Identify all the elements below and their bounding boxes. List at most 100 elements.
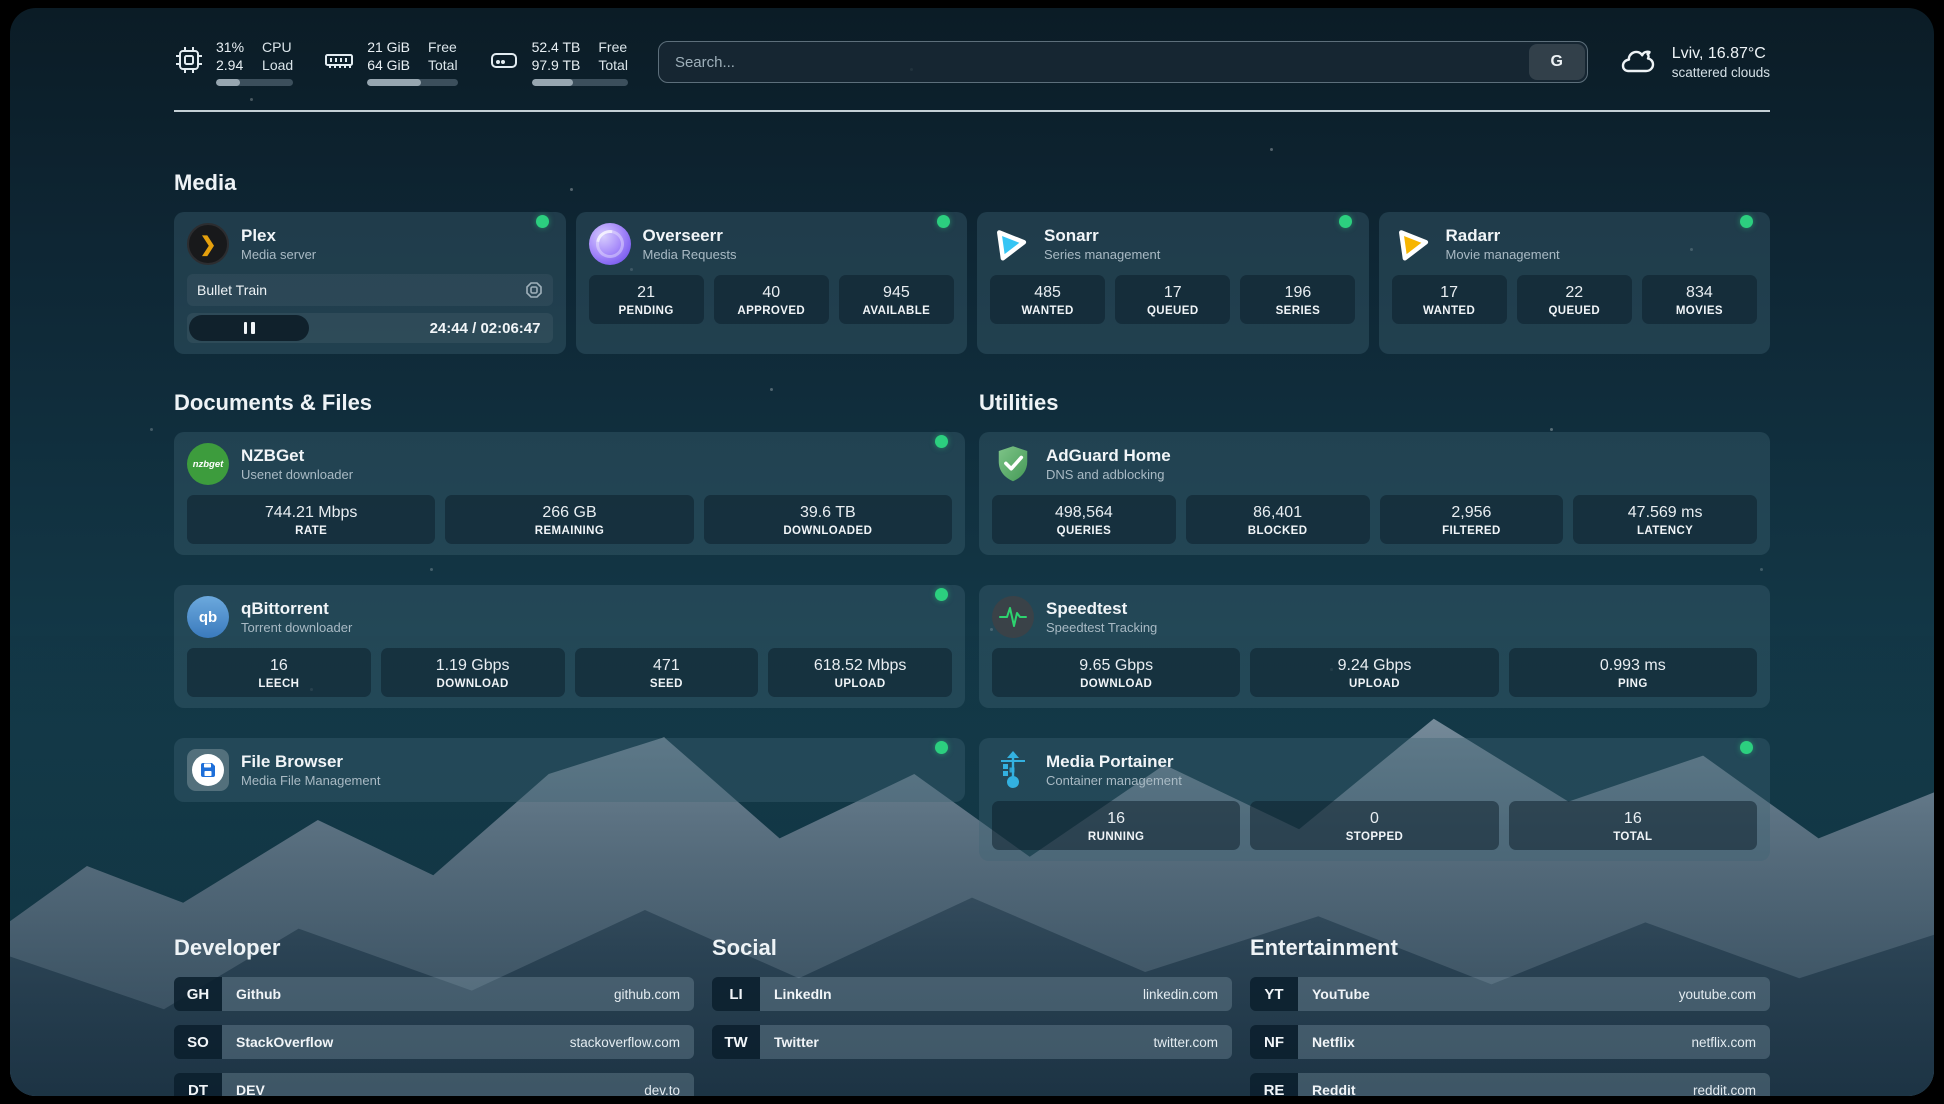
section-title-entertainment: Entertainment bbox=[1250, 935, 1770, 961]
stat-filtered: 2,956FILTERED bbox=[1380, 495, 1564, 544]
bookmark-abbr: GH bbox=[174, 977, 222, 1011]
bookmark-name: Github bbox=[236, 986, 281, 1002]
filebrowser-icon bbox=[187, 749, 229, 791]
bookmark-abbr: RE bbox=[1250, 1073, 1298, 1096]
bookmark-abbr: LI bbox=[712, 977, 760, 1011]
stat-available: 945AVAILABLE bbox=[839, 275, 954, 324]
qbittorrent-icon: qb bbox=[187, 596, 229, 638]
weather-condition: scattered clouds bbox=[1672, 64, 1770, 81]
nzbget-icon: nzbget bbox=[187, 443, 229, 485]
disk-free: 52.4 TB bbox=[532, 38, 581, 56]
stat-latency: 47.569 msLATENCY bbox=[1573, 495, 1757, 544]
status-dot bbox=[1339, 215, 1352, 228]
stat-upload: 618.52 MbpsUPLOAD bbox=[768, 648, 952, 697]
service-card-portainer[interactable]: Media Portainer Container management 16R… bbox=[979, 738, 1770, 861]
gear-icon[interactable] bbox=[525, 281, 543, 299]
disk-stat-group: 52.4 TB97.9 TB FreeTotal bbox=[488, 38, 628, 86]
service-card-qbittorrent[interactable]: qb qBittorrent Torrent downloader 16LEEC… bbox=[174, 585, 965, 708]
bookmark-twitter[interactable]: TW Twittertwitter.com bbox=[712, 1025, 1232, 1059]
stat-queued: 22QUEUED bbox=[1517, 275, 1632, 324]
section-media: Media ❯ Plex Media server Bullet Train bbox=[174, 170, 1770, 354]
service-subtitle: Movie management bbox=[1446, 246, 1560, 263]
playback-time: 24:44 / 02:06:47 bbox=[430, 320, 551, 337]
service-title: AdGuard Home bbox=[1046, 445, 1171, 466]
stat-series: 196SERIES bbox=[1240, 275, 1355, 324]
cloud-icon bbox=[1618, 43, 1660, 82]
bookmark-group-entertainment: Entertainment YT YouTubeyoutube.com NF N… bbox=[1250, 935, 1770, 1096]
section-title-social: Social bbox=[712, 935, 1232, 961]
bookmark-linkedin[interactable]: LI LinkedInlinkedin.com bbox=[712, 977, 1232, 1011]
bookmark-github[interactable]: GH Github github.com bbox=[174, 977, 694, 1011]
service-card-plex[interactable]: ❯ Plex Media server Bullet Train bbox=[174, 212, 566, 354]
stat-download: 9.65 GbpsDOWNLOAD bbox=[992, 648, 1240, 697]
bookmark-url: github.com bbox=[614, 987, 680, 1002]
service-title: Media Portainer bbox=[1046, 751, 1182, 772]
service-card-nzbget[interactable]: nzbget NZBGet Usenet downloader 744.21 M… bbox=[174, 432, 965, 555]
stat-download: 1.19 GbpsDOWNLOAD bbox=[381, 648, 565, 697]
stat-movies: 834MOVIES bbox=[1642, 275, 1757, 324]
search-input[interactable] bbox=[658, 41, 1588, 83]
cpu-load-value: 2.94 bbox=[216, 56, 244, 74]
service-subtitle: Speedtest Tracking bbox=[1046, 619, 1157, 636]
bookmark-netflix[interactable]: NF Netflixnetflix.com bbox=[1250, 1025, 1770, 1059]
radarr-icon bbox=[1392, 223, 1434, 265]
section-title-media: Media bbox=[174, 170, 1770, 196]
memory-progress-bar bbox=[367, 79, 457, 86]
bookmark-abbr: YT bbox=[1250, 977, 1298, 1011]
service-title: Radarr bbox=[1446, 225, 1560, 246]
adguard-icon bbox=[992, 443, 1034, 485]
service-title: Sonarr bbox=[1044, 225, 1160, 246]
bookmark-group-social: Social LI LinkedInlinkedin.com TW Twitte… bbox=[712, 935, 1232, 1096]
bookmark-url: twitter.com bbox=[1153, 1035, 1218, 1050]
service-card-filebrowser[interactable]: File Browser Media File Management bbox=[174, 738, 965, 802]
bookmark-dev[interactable]: DT DEVdev.to bbox=[174, 1073, 694, 1096]
service-card-radarr[interactable]: Radarr Movie management 17WANTED 22QUEUE… bbox=[1379, 212, 1771, 354]
bookmark-abbr: NF bbox=[1250, 1025, 1298, 1059]
service-card-speedtest[interactable]: Speedtest Speedtest Tracking 9.65 GbpsDO… bbox=[979, 585, 1770, 708]
service-card-overseerr[interactable]: Overseerr Media Requests 21PENDING 40APP… bbox=[576, 212, 968, 354]
disk-total-label: Total bbox=[598, 56, 628, 74]
service-card-adguard[interactable]: AdGuard Home DNS and adblocking 498,564Q… bbox=[979, 432, 1770, 555]
search-engine-button[interactable]: G bbox=[1529, 44, 1585, 80]
bookmark-url: reddit.com bbox=[1693, 1083, 1756, 1097]
stat-ping: 0.993 msPING bbox=[1509, 648, 1757, 697]
stat-blocked: 86,401BLOCKED bbox=[1186, 495, 1370, 544]
portainer-icon bbox=[992, 749, 1034, 791]
service-title: NZBGet bbox=[241, 445, 353, 466]
stat-approved: 40APPROVED bbox=[714, 275, 829, 324]
pause-button[interactable] bbox=[189, 315, 309, 341]
stat-upload: 9.24 GbpsUPLOAD bbox=[1250, 648, 1498, 697]
disk-icon bbox=[488, 45, 520, 80]
bookmark-name: DEV bbox=[236, 1082, 265, 1096]
now-playing-row: Bullet Train bbox=[187, 274, 553, 306]
bookmark-youtube[interactable]: YT YouTubeyoutube.com bbox=[1250, 977, 1770, 1011]
memory-total-label: Total bbox=[428, 56, 458, 74]
service-subtitle: Usenet downloader bbox=[241, 466, 353, 483]
weather-widget: Lviv, 16.87°C scattered clouds bbox=[1618, 43, 1770, 82]
section-title-developer: Developer bbox=[174, 935, 694, 961]
section-documents: Documents & Files nzbget NZBGet Usenet d… bbox=[174, 390, 965, 861]
cpu-progress-bar bbox=[216, 79, 293, 86]
status-dot bbox=[935, 435, 948, 448]
status-dot bbox=[536, 215, 549, 228]
service-title: Plex bbox=[241, 225, 316, 246]
stat-wanted: 17WANTED bbox=[1392, 275, 1507, 324]
service-card-sonarr[interactable]: Sonarr Series management 485WANTED 17QUE… bbox=[977, 212, 1369, 354]
service-subtitle: DNS and adblocking bbox=[1046, 466, 1171, 483]
now-playing-title: Bullet Train bbox=[197, 282, 267, 298]
disk-progress-bar bbox=[532, 79, 628, 86]
memory-icon bbox=[323, 45, 355, 80]
service-subtitle: Media File Management bbox=[241, 772, 380, 789]
dashboard-screen: 31%2.94 CPULoad 21 GiB64 GiB Fre bbox=[10, 8, 1934, 1096]
bookmark-url: stackoverflow.com bbox=[570, 1035, 680, 1050]
bookmark-stackoverflow[interactable]: SO StackOverflowstackoverflow.com bbox=[174, 1025, 694, 1059]
cpu-icon bbox=[174, 45, 204, 80]
section-title-utilities: Utilities bbox=[979, 390, 1770, 416]
sonarr-icon bbox=[990, 223, 1032, 265]
bookmark-reddit[interactable]: RE Redditreddit.com bbox=[1250, 1073, 1770, 1096]
service-title: qBittorrent bbox=[241, 598, 352, 619]
bookmark-url: linkedin.com bbox=[1143, 987, 1218, 1002]
service-subtitle: Media Requests bbox=[643, 246, 737, 263]
disk-total: 97.9 TB bbox=[532, 56, 581, 74]
section-title-documents: Documents & Files bbox=[174, 390, 965, 416]
